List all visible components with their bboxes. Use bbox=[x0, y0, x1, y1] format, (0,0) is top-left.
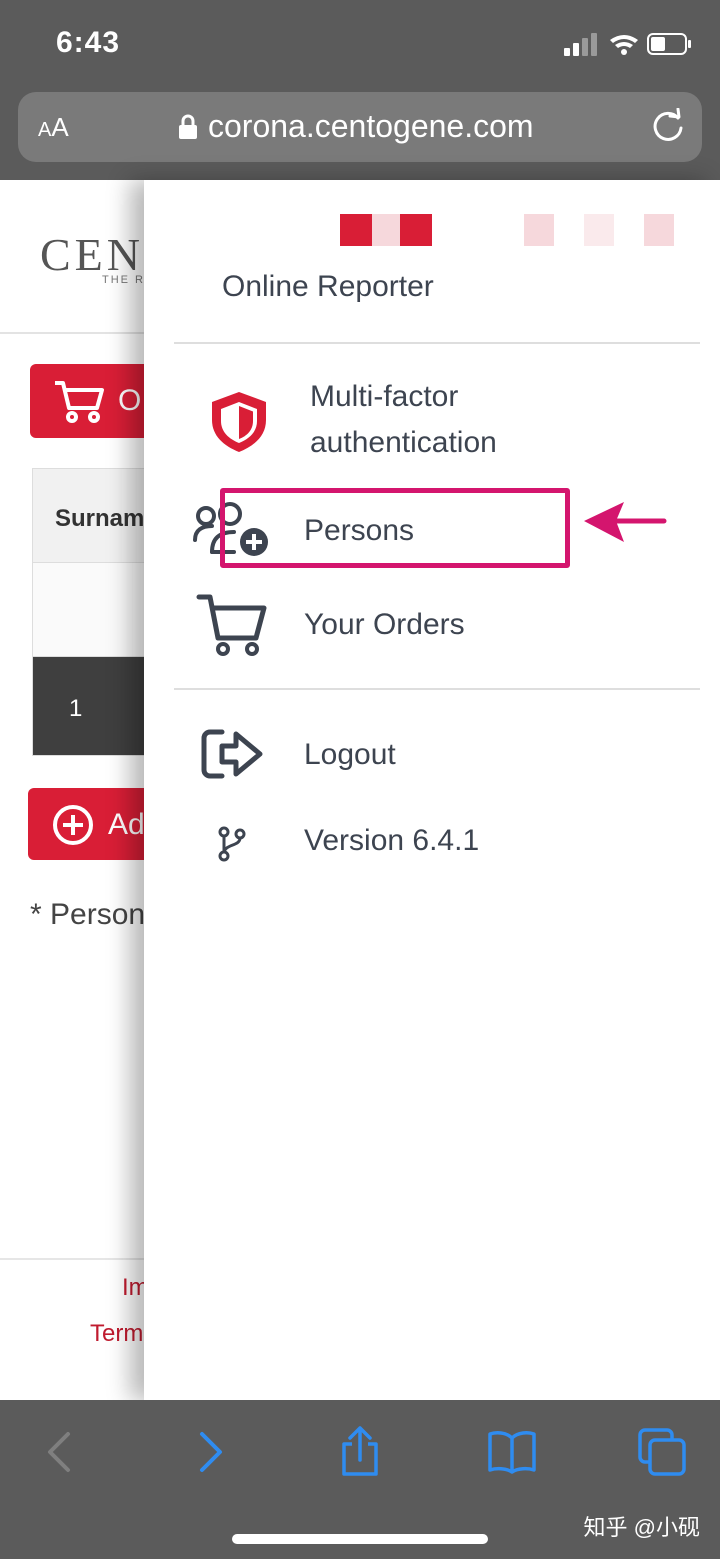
add-button-label: Ad bbox=[108, 808, 145, 841]
address-bar[interactable]: AA corona.centogene.com bbox=[18, 92, 702, 162]
divider bbox=[174, 688, 700, 690]
status-icons bbox=[564, 30, 694, 58]
home-indicator[interactable] bbox=[232, 1534, 488, 1544]
persons-note: * Person bbox=[30, 898, 146, 931]
cart-icon bbox=[55, 381, 104, 423]
signal-icon bbox=[564, 33, 691, 56]
bookmarks-icon[interactable] bbox=[486, 1426, 538, 1478]
watermark: 知乎 @小砚 bbox=[583, 1515, 700, 1540]
highlight-annotation bbox=[220, 488, 570, 568]
cart-icon bbox=[196, 594, 267, 656]
forward-icon[interactable] bbox=[184, 1426, 236, 1478]
version-info: Version 6.4.1 bbox=[144, 816, 720, 876]
menu-item-orders[interactable]: Your Orders bbox=[144, 590, 720, 660]
menu-label-orders: Your Orders bbox=[304, 608, 465, 641]
browser-bottom-bar: 知乎 @小砚 bbox=[0, 1400, 720, 1559]
shield-icon bbox=[212, 392, 266, 452]
code-branch-icon bbox=[218, 826, 246, 862]
navigation-drawer: Online Reporter Multi-factor authenticat… bbox=[144, 180, 720, 1400]
lock-icon bbox=[179, 114, 197, 139]
menu-item-mfa[interactable]: Multi-factor authentication bbox=[144, 370, 720, 470]
row-number: 1 bbox=[69, 695, 83, 722]
logout-button[interactable]: Logout bbox=[144, 720, 720, 790]
url-text: corona.centogene.com bbox=[208, 108, 534, 144]
drawer-title: Online Reporter bbox=[222, 270, 434, 303]
version-label: Version 6.4.1 bbox=[304, 824, 480, 857]
plus-circle-icon bbox=[53, 805, 93, 845]
logo-tagline: THE R bbox=[102, 274, 145, 286]
divider bbox=[174, 342, 700, 344]
browser-top-bar: 6:43 AA corona.centogene.com bbox=[0, 0, 720, 180]
reload-icon[interactable] bbox=[650, 108, 686, 144]
logout-icon bbox=[201, 729, 263, 779]
logout-label: Logout bbox=[304, 738, 396, 771]
menu-label-mfa: Multi-factor authentication bbox=[310, 380, 497, 459]
back-icon[interactable] bbox=[34, 1426, 86, 1478]
order-button-label: O bbox=[118, 384, 142, 417]
arrow-annotation-icon bbox=[584, 502, 667, 542]
tabs-icon[interactable] bbox=[636, 1426, 688, 1478]
url-display[interactable]: corona.centogene.com bbox=[178, 108, 534, 145]
footer-link-terms[interactable]: Term bbox=[90, 1320, 143, 1348]
text-size-button[interactable]: AA bbox=[38, 112, 69, 143]
status-time: 6:43 bbox=[56, 26, 121, 59]
brand-logo bbox=[340, 214, 680, 246]
share-icon[interactable] bbox=[334, 1426, 386, 1478]
